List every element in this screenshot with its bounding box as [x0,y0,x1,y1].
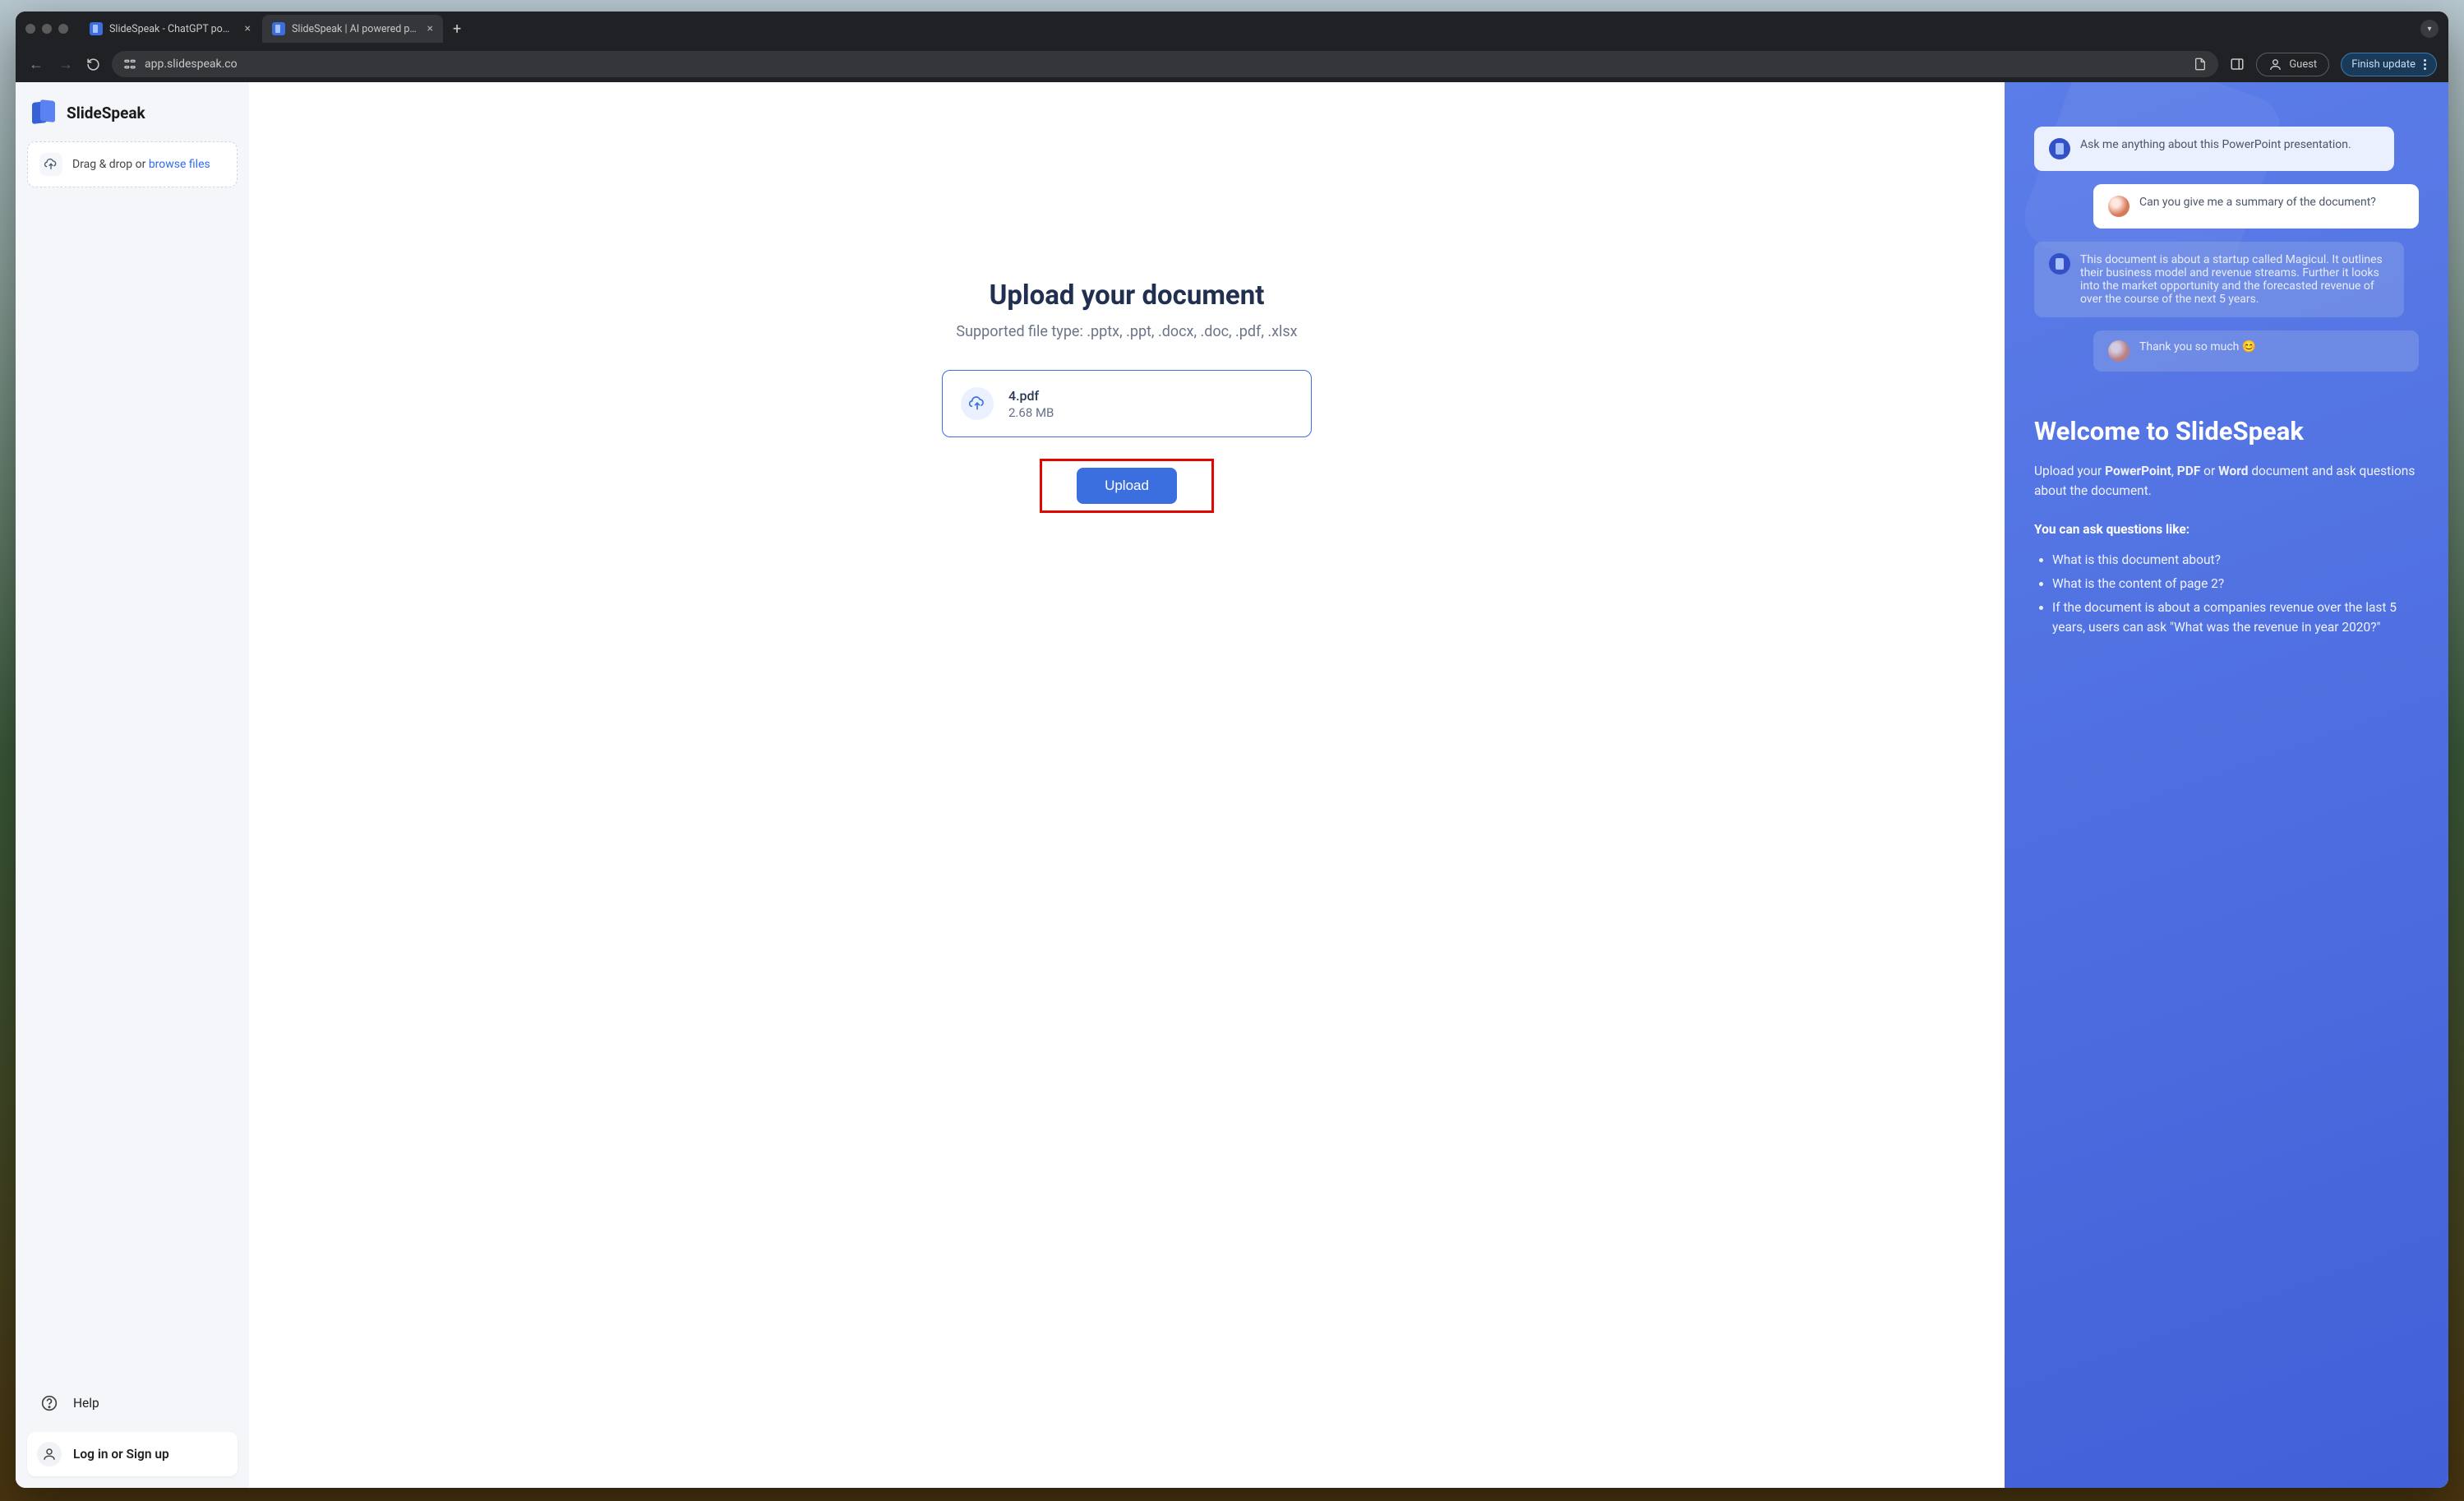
user-icon [2268,58,2282,72]
upload-icon [39,153,62,176]
selected-file-card[interactable]: 4.pdf 2.68 MB [942,370,1312,437]
brand-logo-icon [32,100,57,125]
brand-name: SlideSpeak [67,104,145,122]
tab-title: SlideSpeak - ChatGPT powered … [109,23,235,35]
favicon-icon [90,22,103,35]
new-tab-button[interactable]: + [445,21,469,38]
chat-bubble-user-2: Thank you so much 😊 [2093,330,2419,372]
upload-subheading: Supported file type: .pptx, .ppt, .docx,… [956,323,1297,340]
help-label: Help [73,1396,99,1411]
minimize-window-button[interactable] [42,24,52,34]
titlebar: SlideSpeak - ChatGPT powered … × SlideSp… [16,12,2448,46]
chat-bubble-user-1: Can you give me a summary of the documen… [2093,184,2419,229]
dropzone-text: Drag & drop or browse files [72,158,210,171]
browser-tab-1[interactable]: SlideSpeak | AI powered pres… × [262,15,443,43]
example-question-list: What is this document about? What is the… [2034,550,2419,638]
address-bar[interactable]: app.slidespeak.co [112,51,2218,77]
upload-button[interactable]: Upload [1077,468,1177,504]
toolbar-right: Guest Finish update [2230,53,2437,76]
window-controls [25,24,68,34]
welcome-body: Upload your PowerPoint, PDF or Word docu… [2034,461,2419,501]
example-question-item: If the document is about a companies rev… [2052,598,2419,639]
panel-icon[interactable] [2230,57,2245,72]
user-avatar-icon [2108,196,2129,217]
welcome-body-word: Word [2218,464,2248,478]
profile-button[interactable]: Guest [2256,53,2329,76]
example-question-item: What is the content of page 2? [2052,574,2419,594]
login-button[interactable]: Log in or Sign up [27,1432,238,1476]
site-settings-icon[interactable] [123,58,136,71]
file-upload-icon [961,387,994,420]
tab-title: SlideSpeak | AI powered pres… [292,23,418,35]
toolbar: ← → app.slidespeak.co Guest Finish u [16,46,2448,82]
sidebar: SlideSpeak Drag & drop or browse files H… [16,82,249,1488]
bubble-text: This document is about a startup called … [2080,253,2389,306]
bubble-text: Thank you so much 😊 [2139,340,2256,353]
login-label: Log in or Sign up [73,1447,169,1462]
forward-button[interactable]: → [57,56,75,73]
file-meta: 4.pdf 2.68 MB [1008,388,1054,420]
close-window-button[interactable] [25,24,35,34]
back-button[interactable]: ← [27,56,45,73]
browser-tab-0[interactable]: SlideSpeak - ChatGPT powered … × [80,15,261,43]
upload-heading: Upload your document [990,279,1265,312]
favicon-icon [272,22,285,35]
sidebar-dropzone[interactable]: Drag & drop or browse files [27,141,238,187]
brand[interactable]: SlideSpeak [27,100,238,141]
welcome-panel: Ask me anything about this PowerPoint pr… [2005,82,2448,1488]
guest-label: Guest [2289,58,2317,71]
welcome-subheading: You can ask questions like: [2034,522,2419,537]
example-question-item: What is this document about? [2052,550,2419,570]
file-size: 2.68 MB [1008,405,1054,420]
main-panel: Upload your document Supported file type… [249,82,2005,1488]
welcome-body-sep: , [2171,464,2177,478]
welcome-body-text: Upload your [2034,464,2105,478]
browse-files-link[interactable]: browse files [149,158,210,171]
close-tab-icon[interactable]: × [427,22,433,35]
finish-label: Finish update [2351,58,2416,71]
browser-window: SlideSpeak - ChatGPT powered … × SlideSp… [16,12,2448,1488]
bot-avatar-icon [2049,138,2070,159]
welcome-body-pp: PowerPoint [2105,464,2171,478]
welcome-body-sep: or [2200,464,2218,478]
tab-strip: SlideSpeak - ChatGPT powered … × SlideSp… [80,15,2420,43]
chat-bubble-bot-2: This document is about a startup called … [2034,242,2404,317]
tabs-overflow-button[interactable]: ▾ [2420,20,2439,38]
close-tab-icon[interactable]: × [245,22,251,35]
finish-update-button[interactable]: Finish update [2341,53,2437,76]
bubble-text: Ask me anything about this PowerPoint pr… [2080,138,2351,151]
reload-button[interactable] [86,58,100,72]
user-icon [37,1442,62,1466]
help-button[interactable]: Help [27,1381,238,1425]
welcome-heading: Welcome to SlideSpeak [2034,416,2419,446]
bubble-text: Can you give me a summary of the documen… [2139,196,2376,209]
menu-icon [2424,59,2426,70]
chat-bubble-bot-1: Ask me anything about this PowerPoint pr… [2034,127,2394,171]
dropzone-text-static: Drag & drop or [72,158,149,171]
welcome-body-pdf: PDF [2177,464,2201,478]
app-content: SlideSpeak Drag & drop or browse files H… [16,82,2448,1488]
user-avatar-icon [2108,340,2129,362]
maximize-window-button[interactable] [58,24,68,34]
help-icon [37,1391,62,1416]
url-text: app.slidespeak.co [145,58,238,71]
upload-highlight-box: Upload [1040,459,1214,513]
bot-avatar-icon [2049,253,2070,275]
file-name: 4.pdf [1008,388,1054,404]
page-icon[interactable] [2194,58,2207,71]
